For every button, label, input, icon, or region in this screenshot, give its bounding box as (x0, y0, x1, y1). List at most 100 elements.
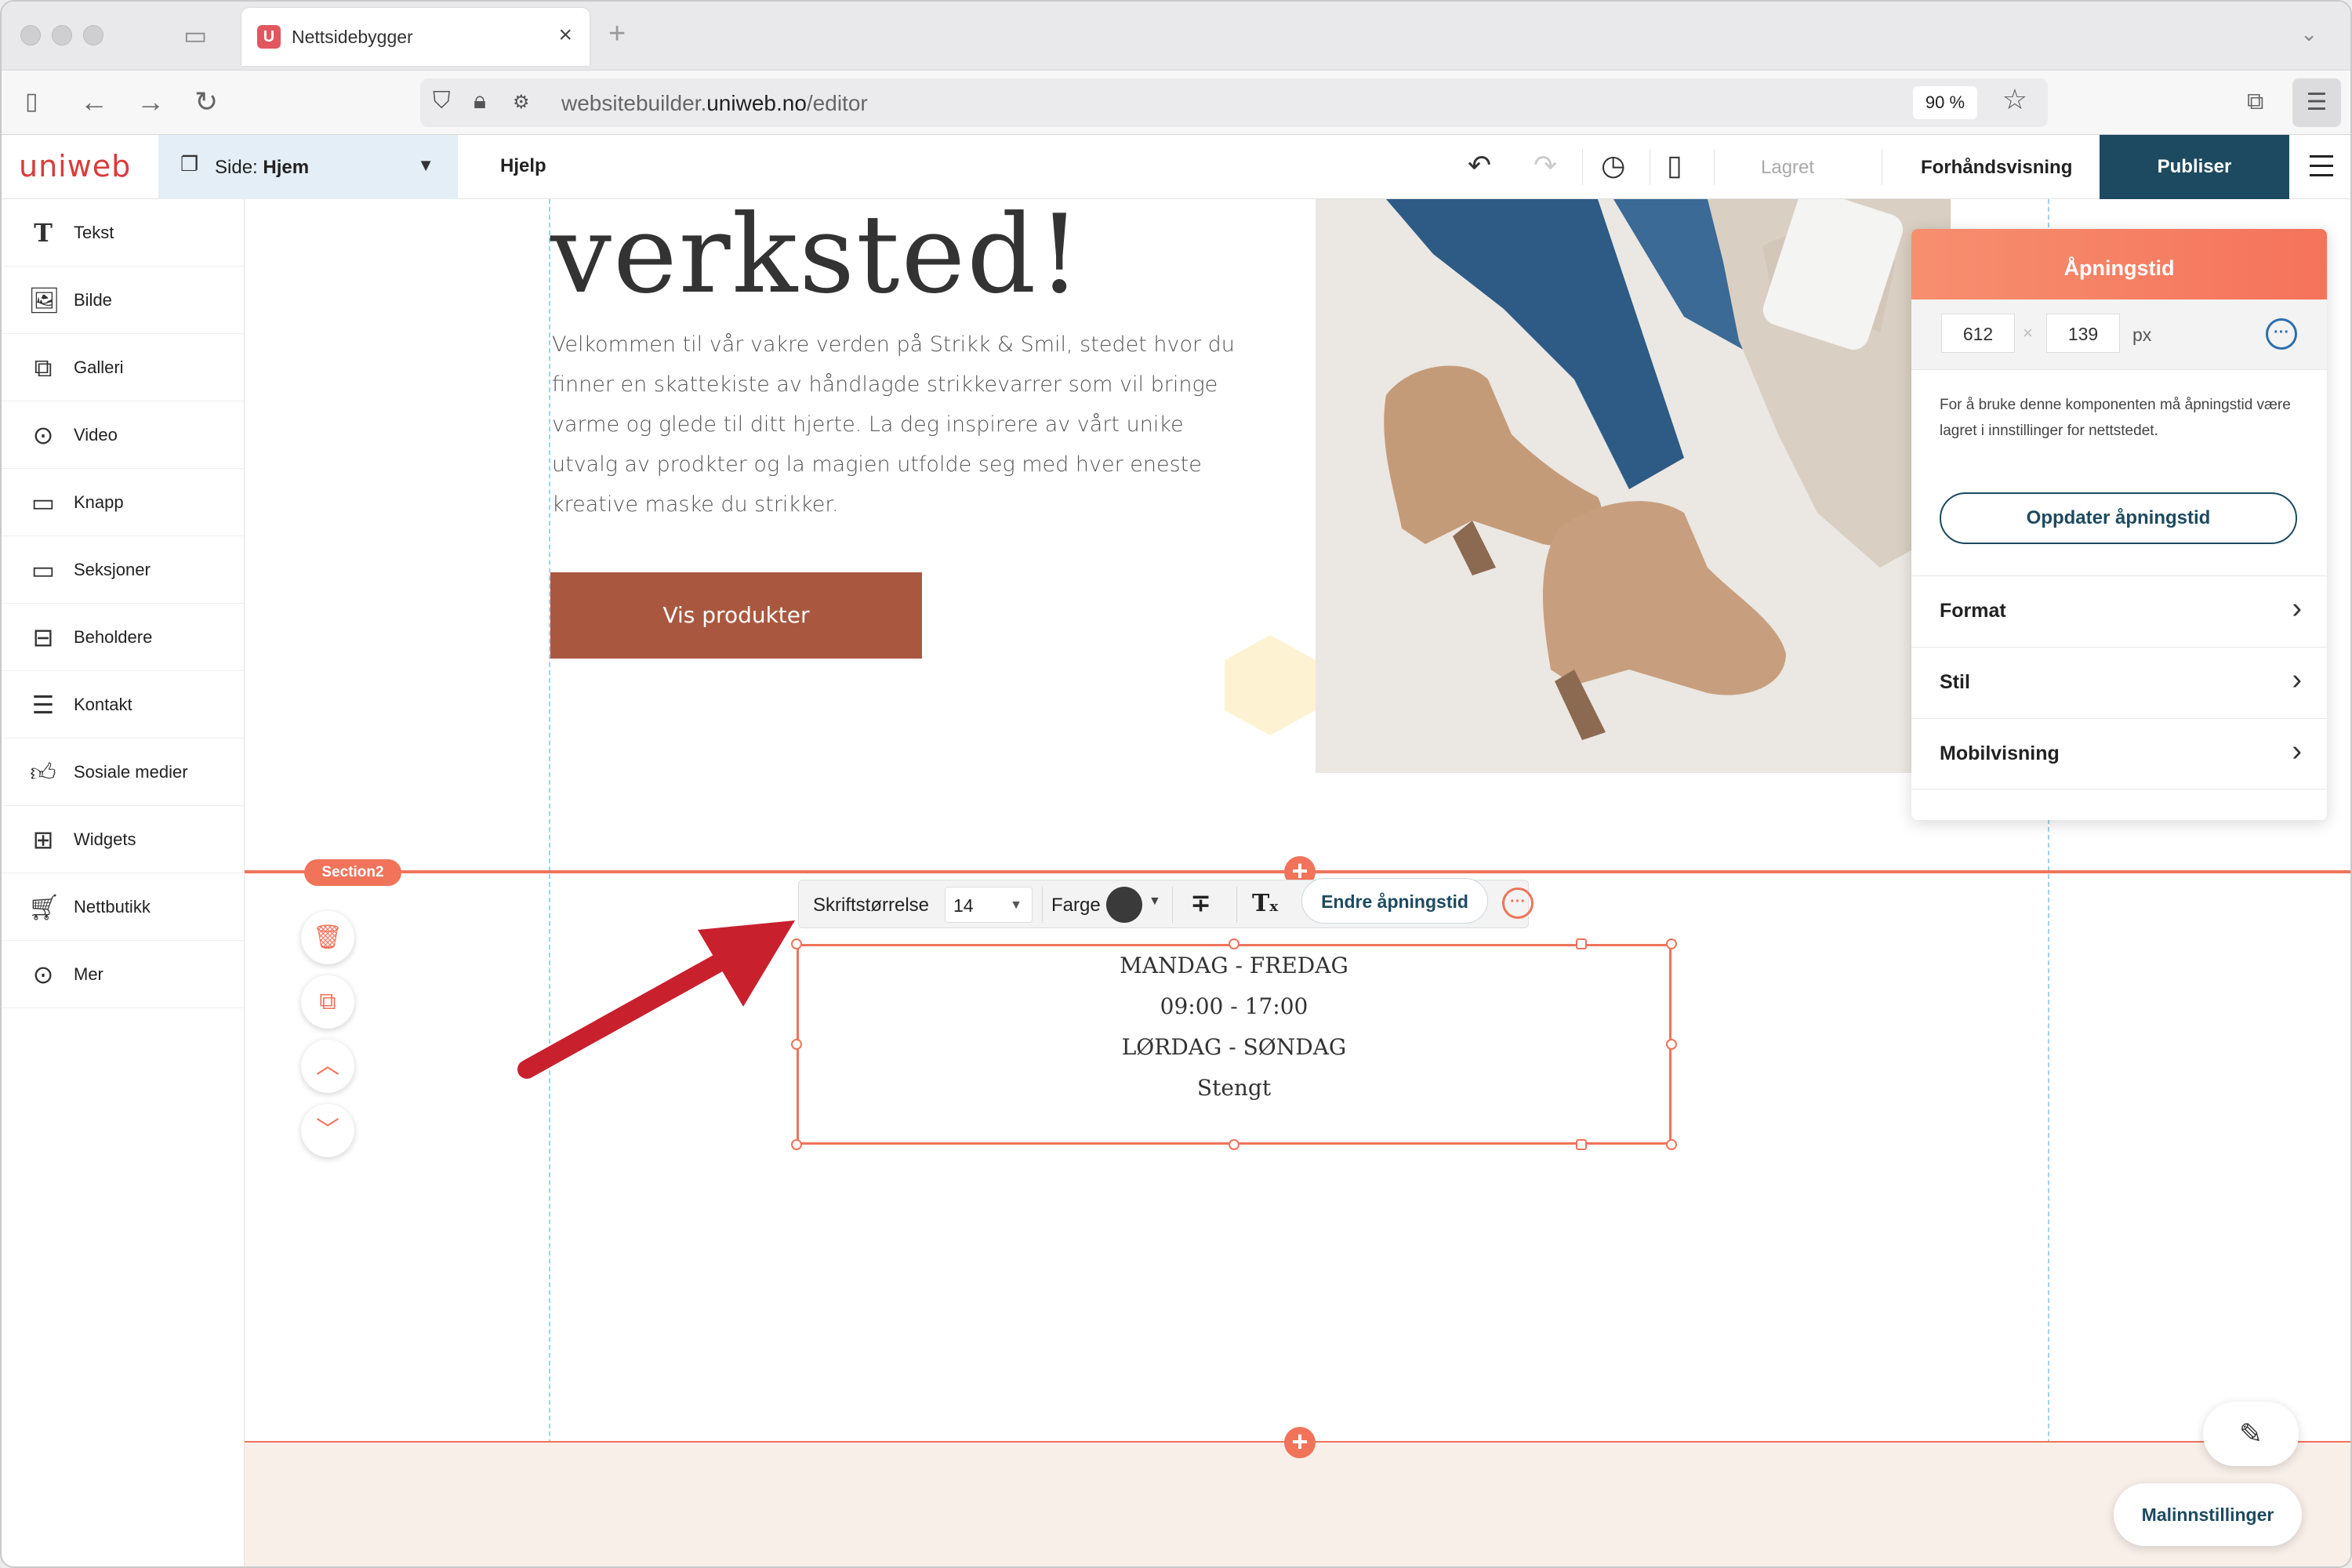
add-section-bottom-icon[interactable]: + (1284, 1427, 1316, 1458)
sidebar-item-beholdere[interactable]: ⊟ Beholdere (2, 604, 245, 671)
section-tag[interactable]: Section2 (304, 859, 401, 886)
panel-row-stil[interactable]: Stil › (1911, 647, 2327, 718)
history-icon[interactable]: ◷ (1601, 149, 1625, 182)
chevron-down-icon[interactable]: ⌄ (2300, 22, 2318, 46)
more-options-icon[interactable]: ··· (1502, 887, 1534, 919)
back-icon[interactable]: ← (80, 85, 108, 119)
sidebar-item-widgets[interactable]: ⊞ Widgets (2, 806, 245, 873)
sidebar-item-bilde[interactable]: 🖼︎ Bilde (2, 267, 245, 334)
products-button[interactable]: Vis produkter (550, 572, 922, 659)
caret-down-icon: ▼ (1010, 898, 1022, 912)
publish-button[interactable]: Publiser (2100, 135, 2289, 199)
lock-icon[interactable]: 🔒︎ (474, 88, 486, 114)
tab-overview-icon[interactable]: ▭ (183, 20, 207, 50)
color-swatch[interactable] (1106, 887, 1142, 923)
boots-photo-illustration (1316, 199, 1951, 773)
section-icon: ▭ (31, 556, 56, 584)
padding-handle[interactable] (1576, 1139, 1587, 1150)
url-text: websitebuilder.uniweb.no/editor (561, 91, 868, 115)
strikethrough-icon[interactable]: ∓ (1191, 890, 1210, 917)
undo-icon[interactable]: ↶ (1468, 149, 1491, 182)
shield-icon[interactable]: ⛉ (433, 88, 451, 114)
hero-photo[interactable] (1316, 199, 1951, 773)
duplicate-section-button[interactable]: ⧉ (301, 975, 354, 1029)
page-icon: ❐ (180, 152, 199, 176)
navigation-bar: ▯ ← → ↻ ⛉ 🔒︎ ⚙ websitebuilder.uniweb.no/… (2, 71, 2350, 135)
more-options-icon[interactable]: ··· (2266, 318, 2297, 350)
sidebar-item-video[interactable]: ⊙ Video (2, 401, 245, 469)
move-section-up-button[interactable]: ︿ (301, 1040, 354, 1093)
reload-icon[interactable]: ↻ (194, 85, 218, 119)
resize-handle[interactable] (791, 1139, 802, 1150)
page-selector[interactable]: ❐ Side: Hjem ▼ (158, 135, 458, 199)
update-hours-button[interactable]: Oppdater åpningstid (1940, 492, 2297, 544)
opening-hours-text: MANDAG - FREDAG 09:00 - 17:00 LØRDAG - S… (797, 946, 1671, 1109)
sidebar-item-galleri[interactable]: ⧉ Galleri (2, 334, 245, 401)
sidebar-item-mer[interactable]: ⊙ Mer (2, 941, 245, 1008)
sidebar-item-tekst[interactable]: T Tekst (2, 199, 245, 267)
app-menu-icon[interactable]: ☰ (2292, 78, 2341, 127)
widgets-icon: ⊞ (32, 826, 54, 854)
sidebar-item-knapp[interactable]: ▭ Knapp (2, 469, 245, 536)
palette-icon: ✎ (2238, 1417, 2263, 1450)
font-size-select[interactable]: 14 ▼ (945, 887, 1033, 923)
help-link[interactable]: Hjelp (500, 155, 546, 177)
sidebar-item-kontakt[interactable]: ☰ Kontakt (2, 671, 245, 739)
uniweb-logo: uniweb (19, 149, 132, 183)
maximize-window-button[interactable] (83, 25, 103, 45)
tab-bar: ▭ U Nettsidebygger × + ⌄ (2, 2, 2350, 71)
gallery-icon: ⧉ (34, 354, 53, 382)
weekend-label: LØRDAG - SØNDAG (1121, 1034, 1347, 1060)
zoom-indicator[interactable]: 90 % (1913, 86, 1977, 119)
browser-window: ▭ U Nettsidebygger × + ⌄ ▯ ← → ↻ ⛉ 🔒︎ ⚙ … (0, 0, 2352, 1568)
sidebar-toggle-icon[interactable]: ▯ (25, 85, 38, 119)
resize-handle[interactable] (1229, 1139, 1240, 1150)
thumbs-up-icon: 👍︎ (30, 758, 56, 786)
page-selector-label: Side: Hjem (215, 157, 310, 178)
close-tab-icon[interactable]: × (558, 22, 572, 49)
next-section[interactable] (245, 1443, 2350, 1566)
hero-headline[interactable]: verksted! (550, 199, 1083, 318)
site-settings-icon[interactable]: ⚙ (513, 91, 530, 114)
height-input[interactable]: 139 (2046, 314, 2120, 353)
hero-intro-text[interactable]: Velkommen til vår vakre verden på Strikk… (552, 325, 1242, 524)
caret-down-icon: ▼ (417, 155, 434, 175)
redo-icon[interactable]: ↷ (1534, 149, 1557, 182)
caret-down-icon[interactable]: ▼ (1149, 895, 1161, 909)
color-label: Farge (1051, 895, 1101, 916)
menu-icon[interactable] (2310, 155, 2333, 183)
sidebar-item-seksjoner[interactable]: ▭ Seksjoner (2, 536, 245, 604)
annotation-arrow (517, 920, 795, 1079)
width-input[interactable]: 612 (1941, 314, 2015, 353)
clear-format-icon[interactable]: Tx (1252, 890, 1278, 917)
weekend-hours: Stengt (1196, 1075, 1272, 1101)
close-window-button[interactable] (20, 25, 41, 45)
template-settings-button[interactable]: Malinnstillinger (2114, 1483, 2302, 1546)
preview-button[interactable]: Forhåndsvisning (1921, 157, 2072, 179)
sidebar-item-nettbutikk[interactable]: 🛒︎ Nettbutikk (2, 873, 245, 941)
design-tools-button[interactable]: ✎ (2203, 1402, 2299, 1466)
delete-section-button[interactable]: 🗑︎ (301, 911, 354, 964)
resize-handle[interactable] (1666, 1139, 1677, 1150)
element-sidebar: T Tekst 🖼︎ Bilde ⧉ Galleri ⊙ Video ▭ Knapp ▭ S… (2, 199, 245, 1566)
weekday-hours: 09:00 - 17:00 (1160, 993, 1308, 1019)
duplicate-icon: ⧉ (319, 989, 336, 1014)
video-icon: ⊙ (32, 421, 54, 449)
panel-note: For å bruke denne komponenten må åpnings… (1940, 397, 2291, 439)
edit-hours-button[interactable]: Endre åpningstid (1301, 878, 1488, 924)
chevron-right-icon: › (2292, 592, 2302, 625)
panel-row-mobilvisning[interactable]: Mobilvisning › (1911, 718, 2327, 789)
forward-icon[interactable]: → (136, 85, 165, 119)
mobile-view-icon[interactable]: ▯ (1667, 149, 1682, 182)
new-tab-icon[interactable]: + (608, 17, 626, 51)
unit-label: px (2132, 325, 2152, 345)
sidebar-item-sosiale-medier[interactable]: 👍︎ Sosiale medier (2, 739, 245, 806)
extensions-icon[interactable]: ⧉ (2247, 85, 2263, 119)
panel-row-format[interactable]: Format › (1911, 575, 2327, 647)
tab-nettsidebygger[interactable]: U Nettsidebygger × (241, 8, 590, 66)
star-icon[interactable]: ☆ (2002, 83, 2027, 116)
minimize-window-button[interactable] (52, 25, 72, 45)
address-bar[interactable]: ⛉ 🔒︎ ⚙ websitebuilder.uniweb.no/editor 9… (420, 78, 2048, 127)
move-section-down-button[interactable]: ﹀ (301, 1104, 354, 1157)
component-properties-panel: Åpningstid 612 × 139 px ··· For å bruke … (1911, 229, 2327, 820)
